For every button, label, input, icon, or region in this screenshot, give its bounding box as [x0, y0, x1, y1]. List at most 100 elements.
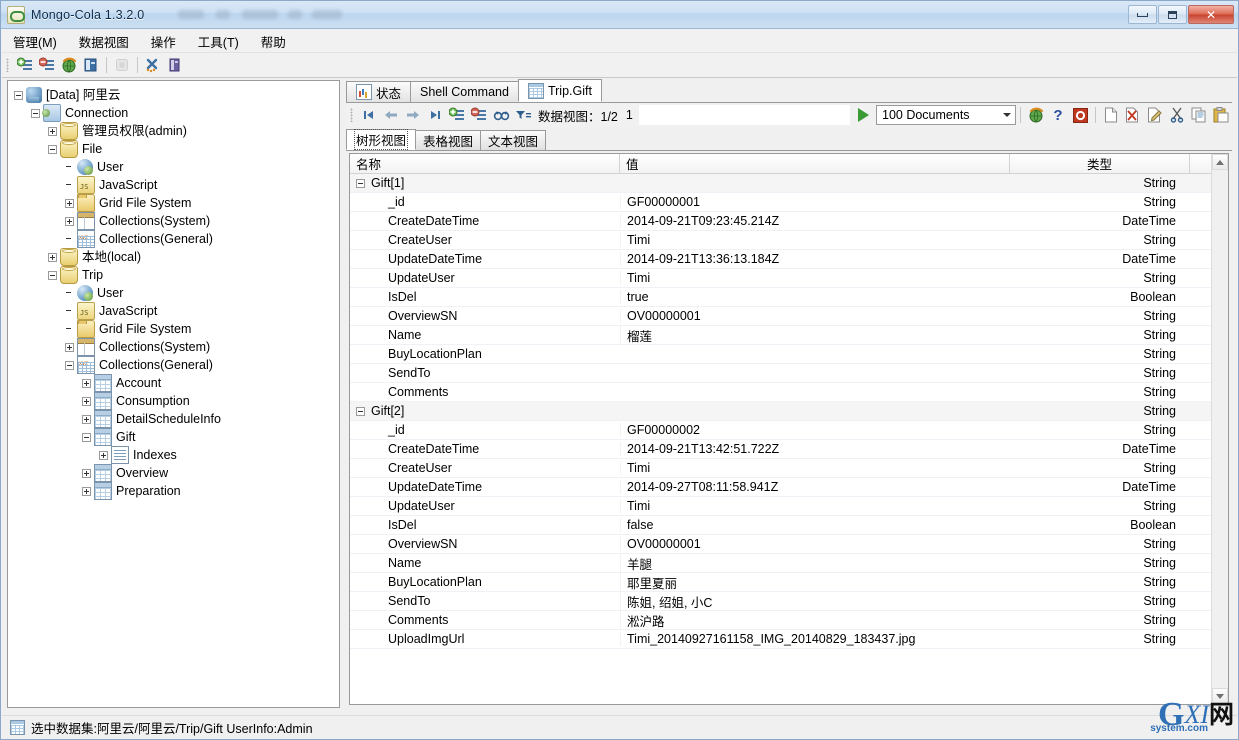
field-row[interactable]: Name 榴莲 String	[350, 325, 1228, 345]
tree-node-data-aliyun[interactable]: [Data] 阿里云	[14, 86, 339, 104]
tree-node-trip-javascript[interactable]: JavaScript	[14, 302, 339, 322]
field-row[interactable]: Comments String	[350, 383, 1228, 402]
tree-node-gift-indexes[interactable]: Indexes	[14, 446, 339, 464]
connection-tree-panel[interactable]: [Data] 阿里云 Connection 管理员权限(admin) File User…	[7, 80, 340, 708]
tree-node-preparation[interactable]: Preparation	[14, 482, 339, 500]
find-icon[interactable]	[490, 105, 512, 125]
tools-icon[interactable]	[142, 55, 164, 75]
tree-node-account[interactable]: Account	[14, 374, 339, 392]
cut-icon[interactable]	[1166, 105, 1188, 125]
navbar-grip[interactable]	[350, 108, 353, 122]
tree-node-local[interactable]: 本地(local)	[14, 248, 339, 266]
tree-node-file-collections-general[interactable]: Collections(General)	[14, 229, 339, 248]
minimize-button[interactable]	[1128, 5, 1157, 24]
tree-node-file-user[interactable]: User	[14, 158, 339, 176]
view-tab-tree[interactable]: 树形视图	[346, 129, 417, 150]
tree-node-trip-gridfs[interactable]: Grid File System	[14, 320, 339, 338]
field-row[interactable]: OverviewSN OV00000001 String	[350, 535, 1228, 554]
collapse-icon[interactable]	[48, 144, 57, 154]
tree-node-trip[interactable]: Trip	[14, 266, 339, 284]
field-row[interactable]: UpdateDateTime 2014-09-21T13:36:13.184Z Da…	[350, 250, 1228, 269]
field-row[interactable]: UploadImgUrl Timi_20140927161158_IMG_2014…	[350, 630, 1228, 649]
add-connection-icon[interactable]	[14, 55, 36, 75]
expand-icon[interactable]	[82, 486, 91, 496]
field-row[interactable]: _id GF00000002 String	[350, 421, 1228, 440]
field-row[interactable]: UpdateUser Timi String	[350, 269, 1228, 288]
collapse-icon[interactable]	[31, 108, 40, 118]
page-input-field[interactable]	[638, 105, 850, 125]
scroll-up-button[interactable]	[1212, 154, 1228, 170]
previous-page-icon[interactable]	[380, 105, 402, 125]
field-row[interactable]: SendTo String	[350, 364, 1228, 383]
next-page-icon[interactable]	[402, 105, 424, 125]
collapse-icon[interactable]	[14, 90, 23, 100]
add-document-icon[interactable]	[446, 105, 468, 125]
collapse-icon[interactable]	[356, 178, 365, 188]
field-row[interactable]: CreateUser Timi String	[350, 231, 1228, 250]
remove-document-icon[interactable]	[468, 105, 490, 125]
expand-icon[interactable]	[48, 252, 57, 262]
menu-operation[interactable]: 操作	[140, 29, 187, 54]
filter-icon[interactable]	[512, 105, 534, 125]
first-page-icon[interactable]	[358, 105, 380, 125]
last-page-icon[interactable]	[424, 105, 446, 125]
field-row[interactable]: CreateDateTime 2014-09-21T13:42:51.722Z Da…	[350, 440, 1228, 459]
tree-node-trip-collections-general[interactable]: Collections(General)	[14, 355, 339, 374]
collapse-icon[interactable]	[65, 360, 74, 370]
expand-icon[interactable]	[65, 342, 74, 352]
tab-trip-gift[interactable]: Trip.Gift	[517, 79, 602, 102]
field-row[interactable]: UpdateUser Timi String	[350, 497, 1228, 516]
expand-icon[interactable]	[65, 198, 74, 208]
tree-node-trip-collections-system[interactable]: Collections(System)	[14, 338, 339, 356]
column-header-name[interactable]: 名称	[350, 154, 620, 173]
menu-help[interactable]: 帮助	[250, 29, 297, 54]
grid-vertical-scrollbar[interactable]	[1211, 154, 1228, 704]
field-row[interactable]: Comments 淞沪路 String	[350, 610, 1228, 630]
menu-data-view[interactable]: 数据视图	[68, 29, 140, 54]
paste-icon[interactable]	[1210, 105, 1232, 125]
expand-icon[interactable]	[82, 378, 91, 388]
document-group-row[interactable]: Gift[2] String	[350, 402, 1228, 421]
refresh-globe-icon[interactable]	[58, 55, 80, 75]
field-row[interactable]: CreateUser Timi String	[350, 459, 1228, 478]
view-tab-text[interactable]: 文本视图	[480, 130, 547, 150]
column-header-value[interactable]: 值	[620, 154, 1010, 173]
field-row[interactable]: UpdateDateTime 2014-09-27T08:11:58.941Z Da…	[350, 478, 1228, 497]
menu-tools[interactable]: 工具(T)	[187, 29, 250, 54]
tree-node-detailscheduleinfo[interactable]: DetailScheduleInfo	[14, 410, 339, 428]
tree-node-file-gridfs[interactable]: Grid File System	[14, 194, 339, 212]
tree-node-file-javascript[interactable]: JavaScript	[14, 176, 339, 196]
field-row[interactable]: BuyLocationPlan String	[350, 345, 1228, 364]
field-row[interactable]: _id GF00000001 String	[350, 193, 1228, 212]
collapse-icon[interactable]	[356, 406, 365, 416]
view-tab-table[interactable]: 表格视图	[415, 130, 482, 150]
field-row[interactable]: SendTo 陈姐, 绍姐, 小C String	[350, 591, 1228, 611]
tree-node-consumption[interactable]: Consumption	[14, 392, 339, 410]
copy-icon[interactable]	[1188, 105, 1210, 125]
field-row[interactable]: OverviewSN OV00000001 String	[350, 307, 1228, 326]
collapse-icon[interactable]	[82, 432, 91, 442]
help-question-icon[interactable]: ?	[1047, 105, 1069, 125]
tab-shell-command[interactable]: Shell Command	[410, 81, 519, 102]
tree-node-file[interactable]: File	[14, 140, 339, 158]
edit-document-icon[interactable]	[1144, 105, 1166, 125]
database-icon[interactable]	[80, 55, 102, 75]
field-row[interactable]: IsDel false Boolean	[350, 516, 1228, 535]
refresh-globe-icon[interactable]	[1025, 105, 1047, 125]
field-row[interactable]: CreateDateTime 2014-09-21T09:23:45.214Z Da…	[350, 212, 1228, 231]
maximize-button[interactable]	[1158, 5, 1187, 24]
close-button[interactable]: ✕	[1188, 5, 1234, 24]
toolbar-grip[interactable]	[6, 58, 9, 72]
tab-status[interactable]: 状态	[346, 81, 412, 102]
expand-icon[interactable]	[65, 216, 74, 226]
scroll-down-button[interactable]	[1212, 688, 1228, 704]
tree-node-file-collections-system[interactable]: Collections(System)	[14, 212, 339, 230]
field-row[interactable]: Name 羊腿 String	[350, 553, 1228, 573]
field-row[interactable]: BuyLocationPlan 耶里夏丽 String	[350, 572, 1228, 592]
tree-node-gift[interactable]: Gift	[14, 428, 339, 446]
options-icon[interactable]	[164, 55, 186, 75]
document-limit-select[interactable]: 100 Documents	[876, 105, 1016, 125]
tree-node-trip-user[interactable]: User	[14, 284, 339, 302]
menu-manage[interactable]: 管理(M)	[2, 29, 68, 54]
expand-icon[interactable]	[82, 396, 91, 406]
